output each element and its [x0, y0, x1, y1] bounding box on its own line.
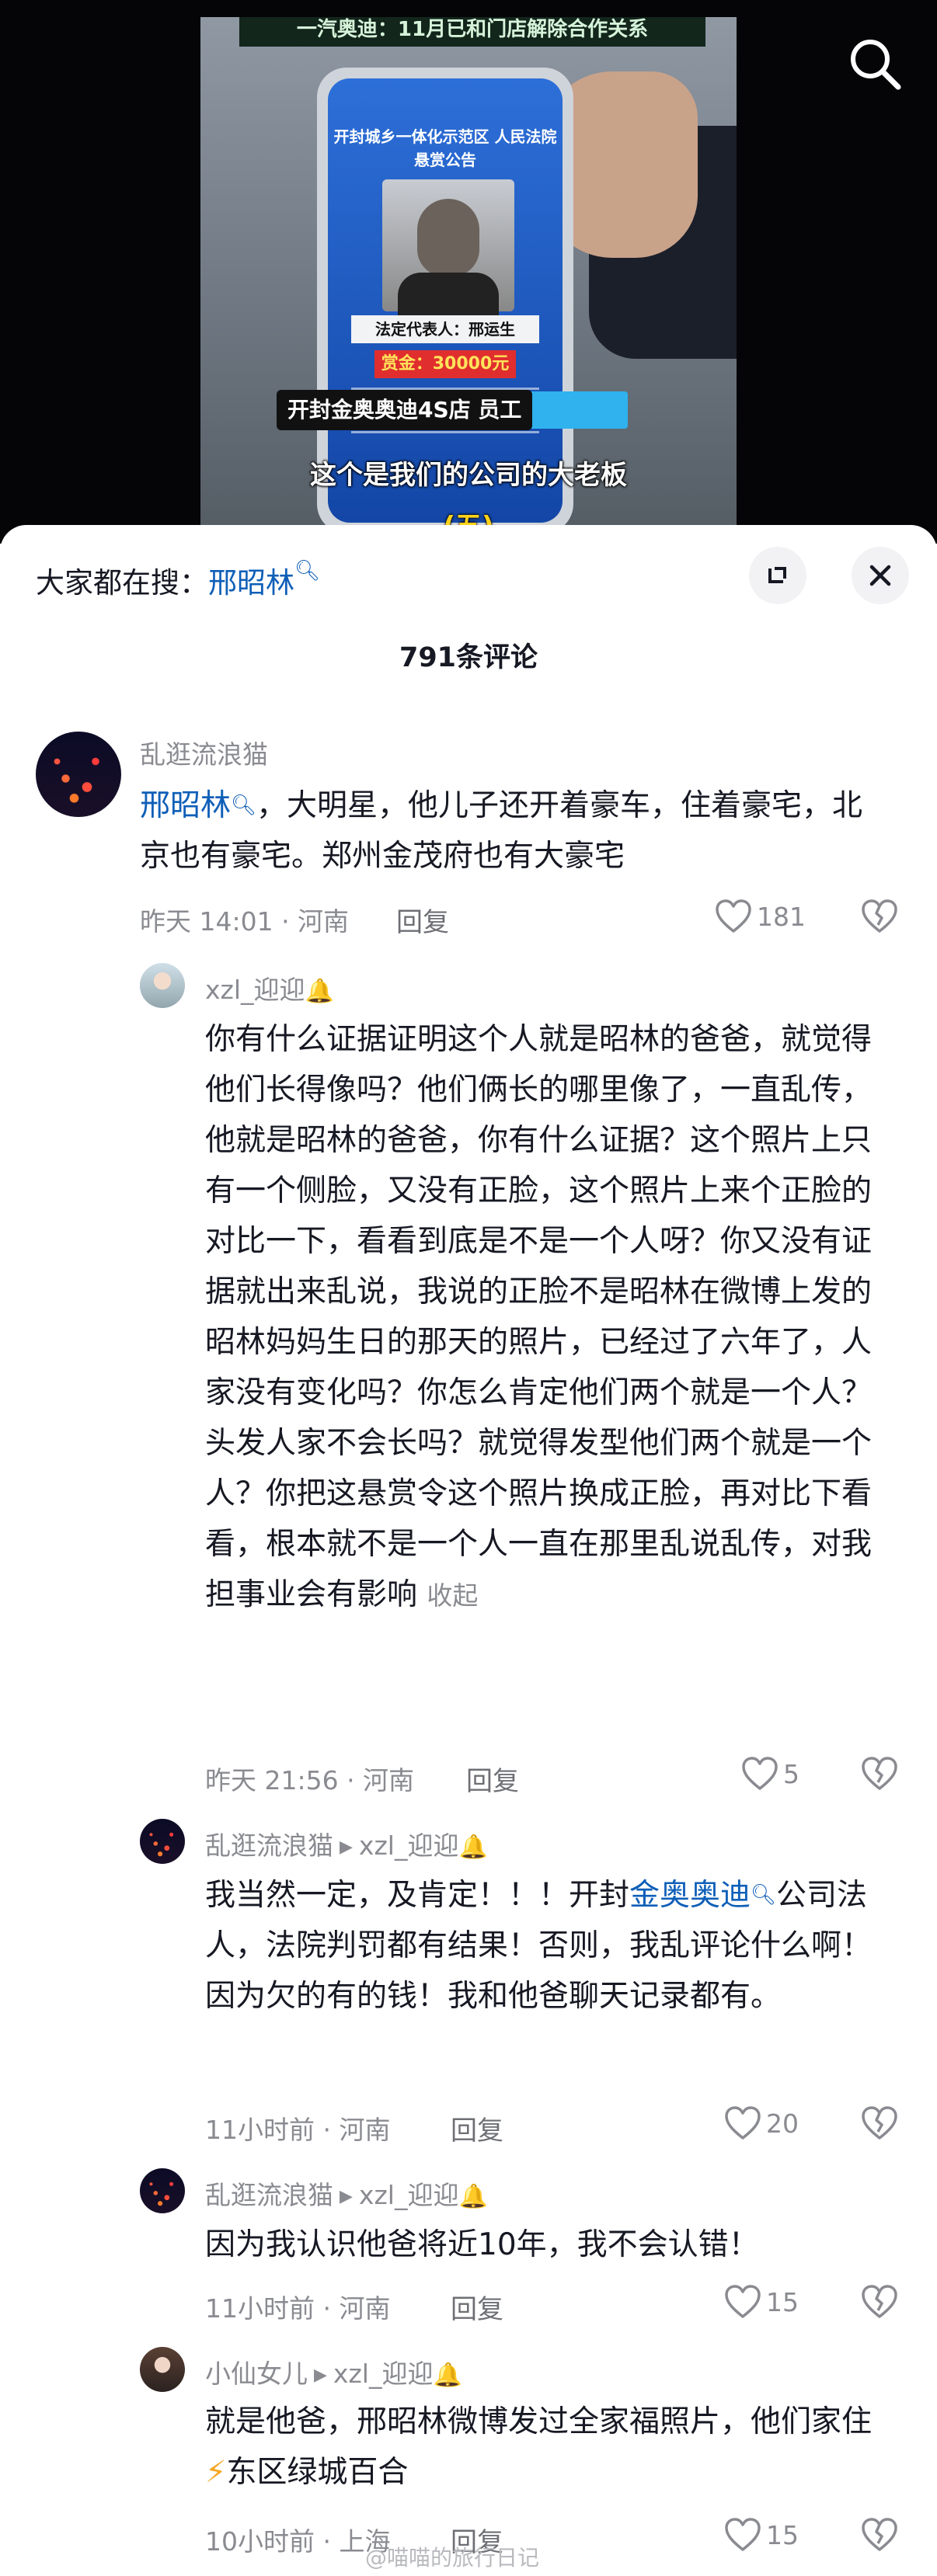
like-button[interactable]: 15 — [724, 2285, 799, 2319]
like-count: 15 — [766, 2519, 799, 2550]
dislike-button[interactable] — [861, 899, 898, 937]
caption-name: 开封金奥奥迪4S店 员工 — [277, 390, 533, 430]
video-frame: 一汽奥迪：11月已和门店解除合作关系 开封城乡一体化示范区 人民法院悬赏公告 法… — [200, 17, 737, 544]
comment-text: 邢昭林🔍︎，大明星，他儿子还开着豪车，住着豪宅，北京也有豪宅。郑州金茂府也有大豪… — [140, 788, 863, 874]
bell-icon: 🔔 — [433, 2362, 462, 2389]
avatar[interactable] — [140, 2347, 185, 2392]
notice-reward: 赏金：30000元 — [374, 350, 516, 378]
reply-button[interactable]: 回复 — [466, 1760, 519, 1798]
broken-heart-icon — [862, 2106, 897, 2140]
watermark: @喵喵的旅行日记 — [365, 2545, 540, 2571]
like-button[interactable]: 20 — [724, 2106, 799, 2140]
heart-icon — [742, 1757, 778, 1790]
collapse-icon — [768, 567, 786, 583]
caption-line: 这个是我们的公司的大老板 — [310, 460, 627, 491]
heart-icon — [716, 899, 751, 933]
close-button[interactable] — [852, 547, 909, 604]
play-arrow-icon: ▶ — [340, 1837, 353, 1857]
reply-to-user: xzl_迎迎 — [358, 2180, 459, 2210]
avatar[interactable] — [140, 2168, 185, 2213]
avatar[interactable] — [36, 732, 121, 817]
reply-button[interactable]: 回复 — [451, 2109, 503, 2147]
collapse-button[interactable] — [749, 547, 806, 604]
like-count: 15 — [766, 2286, 799, 2317]
comment-username[interactable]: 小仙女儿 ▶ xzl_迎迎🔔 — [205, 2353, 462, 2390]
like-count: 20 — [766, 2108, 799, 2139]
hot-search-term[interactable]: 邢昭林 — [208, 566, 294, 600]
like-count: 181 — [757, 901, 806, 932]
like-button[interactable]: 5 — [741, 1757, 799, 1791]
broken-heart-icon — [862, 2285, 897, 2318]
like-count: 5 — [783, 1758, 799, 1789]
comment-meta: 昨天 14:01 · 河南 — [140, 906, 350, 937]
avatar[interactable] — [140, 963, 185, 1008]
play-arrow-icon: ▶ — [340, 2187, 353, 2206]
notice-representative: 法定代表人：邢运生 — [351, 315, 539, 343]
lightning-icon: ⚡ — [205, 2455, 227, 2490]
broken-heart-icon — [862, 899, 897, 933]
comment-link[interactable]: 邢昭林 — [140, 788, 231, 823]
collapse-text-button[interactable]: 收起 — [427, 1580, 478, 1611]
comment-link[interactable]: 金奥奥迪 — [629, 1878, 751, 1913]
play-arrow-icon: ▶ — [314, 2366, 327, 2385]
magnifier-icon: 🔍︎ — [751, 1883, 777, 1907]
bell-icon: 🔔 — [305, 978, 334, 1005]
comment-text: 因为我认识他爸将近10年，我不会认错！ — [205, 2227, 759, 2262]
like-button[interactable]: 15 — [724, 2518, 799, 2552]
notice-title: 开封城乡一体化示范区 人民法院悬赏公告 — [333, 127, 557, 169]
reply-to-user: xzl_迎迎 — [358, 1830, 459, 1861]
close-icon — [869, 565, 891, 586]
portrait-image — [382, 179, 514, 319]
hot-search-prefix: 大家都在搜： — [36, 566, 208, 600]
comment-username[interactable]: 乱逛流浪猫 — [140, 734, 268, 771]
dislike-button[interactable] — [861, 2285, 898, 2322]
broken-heart-icon — [862, 1757, 897, 1790]
hot-search[interactable]: 大家都在搜：邢昭林🔍︎ — [36, 559, 320, 601]
dislike-button[interactable] — [861, 1757, 898, 1794]
comment-username[interactable]: xzl_迎迎🔔 — [205, 969, 334, 1006]
comment-meta: 11小时前 · 河南 — [205, 2115, 391, 2145]
broken-heart-icon — [862, 2518, 897, 2551]
avatar[interactable] — [140, 1819, 185, 1864]
comment-text: 你有什么证据证明这个人就是昭林的爸爸，就觉得他们长得像吗？他们俩长的哪里像了，一… — [205, 1022, 873, 1612]
comment-text: 我当然一定，及肯定！！！开封金奥奥迪🔍︎公司法人，法院判罚都有结果！否则，我乱评… — [205, 1878, 873, 2014]
reply-to-user: xzl_迎迎 — [333, 2359, 434, 2389]
heart-icon — [725, 2518, 761, 2551]
reply-button[interactable]: 回复 — [451, 2288, 503, 2326]
comment-meta: 10小时前 · 上海 — [205, 2526, 391, 2557]
dislike-button[interactable] — [861, 2518, 898, 2555]
comment-text: 就是他爸，邢昭林微博发过全家福照片，他们家住⚡东区绿城百合 — [205, 2404, 873, 2490]
video-player[interactable]: 一汽奥迪：11月已和门店解除合作关系 开封城乡一体化示范区 人民法院悬赏公告 法… — [0, 0, 937, 544]
comment-username[interactable]: 乱逛流浪猫 ▶ xzl_迎迎🔔 — [205, 1825, 488, 1862]
magnifier-icon: 🔍︎ — [294, 559, 321, 582]
heart-icon — [725, 2106, 761, 2140]
heart-icon — [725, 2285, 761, 2318]
comment-meta: 昨天 21:56 · 河南 — [205, 1765, 415, 1796]
comment-meta: 11小时前 · 河南 — [205, 2293, 391, 2324]
video-banner: 一汽奥迪：11月已和门店解除合作关系 — [239, 17, 705, 47]
bell-icon: 🔔 — [458, 2183, 488, 2210]
bell-icon: 🔔 — [458, 1834, 488, 1861]
search-icon[interactable] — [844, 33, 906, 95]
dislike-button[interactable] — [861, 2106, 898, 2143]
like-button[interactable]: 181 — [715, 899, 806, 933]
reply-button[interactable]: 回复 — [396, 901, 449, 939]
magnifier-icon: 🔍︎ — [231, 794, 257, 817]
comment-count: 791条评论 — [399, 642, 538, 673]
comment-username[interactable]: 乱逛流浪猫 ▶ xzl_迎迎🔔 — [205, 2174, 488, 2212]
